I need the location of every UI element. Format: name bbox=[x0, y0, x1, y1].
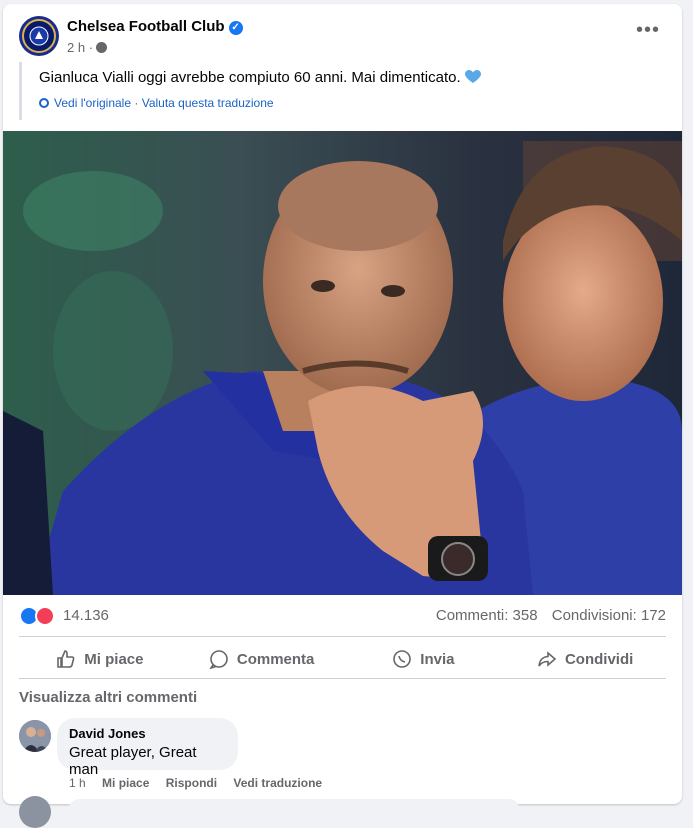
shares-count[interactable]: Condivisioni: 172 bbox=[552, 607, 666, 624]
comment-item: David Jones Great player, Great man 1 h … bbox=[19, 718, 666, 798]
comment-time[interactable]: 1 h bbox=[69, 776, 86, 790]
comments-count[interactable]: Commenti: 358 bbox=[436, 607, 538, 624]
post-actions: Mi piace Commenta Invia Condividi bbox=[19, 639, 666, 679]
comment-bubble: David Jones Great player, Great man bbox=[57, 718, 238, 778]
page-name-link[interactable]: Chelsea Football Club bbox=[67, 18, 225, 35]
comment-actions: 1 h Mi piace Rispondi Vedi traduzione bbox=[69, 776, 335, 790]
rate-translation-link[interactable]: Valuta questa traduzione bbox=[142, 96, 274, 110]
reactions-icons[interactable] bbox=[19, 606, 59, 626]
share-label: Condividi bbox=[564, 650, 634, 668]
page-name[interactable]: Chelsea Football Club ✓ bbox=[67, 18, 243, 35]
comment-like-button[interactable]: Mi piace bbox=[102, 776, 149, 790]
whatsapp-icon bbox=[393, 650, 412, 668]
more-horizontal-icon: ••• bbox=[635, 19, 660, 41]
blue-heart-icon bbox=[464, 70, 481, 83]
post-body: Gianluca Vialli oggi avrebbe compiuto 60… bbox=[39, 69, 461, 86]
like-button[interactable]: Mi piace bbox=[19, 639, 181, 679]
commenter-avatar[interactable] bbox=[19, 720, 51, 752]
love-reaction-icon bbox=[35, 606, 55, 626]
divider-bottom bbox=[19, 678, 666, 679]
comment-author[interactable]: David Jones bbox=[69, 726, 226, 741]
comment-label: Commenta bbox=[236, 650, 315, 668]
translated-post-block: Gianluca Vialli oggi avrebbe compiuto 60… bbox=[19, 62, 666, 120]
chelsea-crest-icon bbox=[22, 19, 56, 53]
stats-right: Commenti: 358 Condivisioni: 172 bbox=[426, 607, 666, 624]
comment-icon bbox=[209, 650, 228, 669]
thumbs-up-icon bbox=[57, 650, 75, 668]
like-label: Mi piace bbox=[84, 650, 144, 668]
view-more-comments[interactable]: Visualizza altri commenti bbox=[19, 689, 197, 706]
translate-settings-icon[interactable] bbox=[39, 98, 49, 108]
post-meta: 2 h · bbox=[67, 40, 108, 55]
post-photo[interactable] bbox=[3, 131, 682, 595]
comment-see-translation-button[interactable]: Vedi traduzione bbox=[233, 776, 322, 790]
photo-illustration bbox=[3, 131, 682, 595]
reactions-count[interactable]: 14.136 bbox=[63, 607, 109, 624]
post-card: Chelsea Football Club ✓ 2 h · ••• Gianluc… bbox=[3, 4, 682, 828]
more-options-button[interactable]: ••• bbox=[630, 20, 666, 48]
share-button[interactable]: Condividi bbox=[504, 639, 666, 679]
send-label: Invia bbox=[420, 650, 455, 668]
separator: · bbox=[134, 96, 139, 110]
see-original-link[interactable]: Vedi l'originale bbox=[54, 96, 131, 110]
comment-button[interactable]: Commenta bbox=[181, 639, 343, 679]
divider-top bbox=[19, 636, 666, 637]
post-timestamp[interactable]: 2 h bbox=[67, 40, 85, 55]
comment-reply-button[interactable]: Rispondi bbox=[166, 776, 217, 790]
post-header: Chelsea Football Club ✓ 2 h · ••• bbox=[19, 16, 666, 58]
page-avatar[interactable] bbox=[19, 16, 59, 56]
translation-links: Vedi l'originale · Valuta questa traduzi… bbox=[39, 96, 666, 110]
post-stats: 14.136 Commenti: 358 Condivisioni: 172 bbox=[19, 604, 666, 628]
globe-icon bbox=[96, 42, 108, 53]
next-comment-avatar[interactable] bbox=[19, 796, 51, 828]
send-button[interactable]: Invia bbox=[343, 639, 505, 679]
comment-text: Great player, Great man bbox=[69, 744, 197, 778]
next-comment-bubble bbox=[69, 799, 519, 819]
share-icon bbox=[538, 651, 557, 667]
post-text: Gianluca Vialli oggi avrebbe compiuto 60… bbox=[39, 69, 666, 86]
verified-badge-icon: ✓ bbox=[228, 21, 243, 35]
